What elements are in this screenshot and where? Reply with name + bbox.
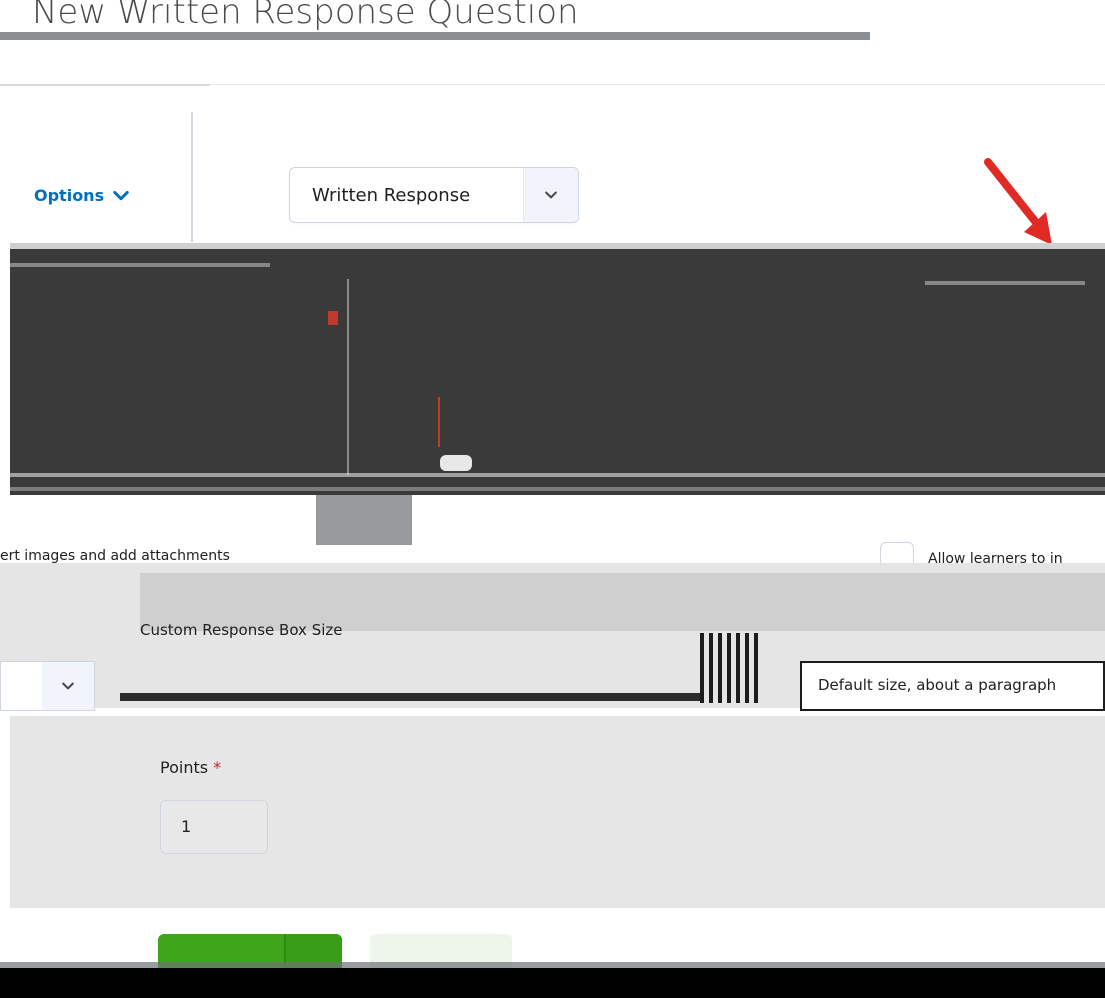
response-box-label: Custom Response Box Size — [140, 621, 343, 639]
chevron-down-icon — [62, 682, 74, 690]
chevron-down-icon — [545, 191, 557, 199]
title-underline-artifact — [0, 32, 870, 40]
attachments-text: ert images and add attachments — [0, 548, 230, 564]
placeholder-block — [316, 495, 412, 545]
scan-artifact — [120, 693, 700, 701]
editor-footer-artifact — [10, 473, 1105, 477]
required-marker: * — [213, 758, 222, 777]
options-label: Options — [34, 186, 105, 205]
points-label: Points * — [160, 758, 221, 777]
editor-toggle[interactable] — [440, 455, 472, 471]
page-title: New Written Response Question — [32, 0, 579, 32]
chevron-down-icon — [113, 190, 129, 200]
editor-marker — [328, 311, 338, 325]
footer-bar — [0, 968, 1105, 998]
left-divider — [0, 84, 210, 86]
editor-column-divider — [347, 279, 349, 475]
points-value: 1 — [181, 817, 192, 836]
question-type-select[interactable]: Written Response — [289, 167, 579, 223]
question-type-dropdown-button[interactable] — [524, 168, 578, 222]
response-box-size-value: Default size, about a paragraph — [818, 676, 1057, 694]
editor-top-edge — [10, 243, 1105, 249]
small-select[interactable] — [0, 661, 95, 711]
scan-artifact — [700, 633, 760, 703]
response-box-size-select[interactable]: Default size, about a paragraph — [800, 661, 1105, 711]
editor-label-artifact — [10, 263, 270, 267]
editor-cursor — [438, 397, 440, 447]
small-select-dropdown-button[interactable] — [42, 662, 94, 710]
editor-label-artifact — [925, 281, 1085, 285]
editor-footer-artifact — [10, 487, 1105, 491]
points-input[interactable]: 1 — [160, 800, 268, 854]
question-type-value: Written Response — [312, 185, 471, 206]
options-toggle[interactable]: Options — [34, 186, 130, 205]
editor-redacted-region — [10, 243, 1105, 495]
sidebar-divider — [191, 112, 193, 242]
points-label-text: Points — [160, 758, 209, 777]
